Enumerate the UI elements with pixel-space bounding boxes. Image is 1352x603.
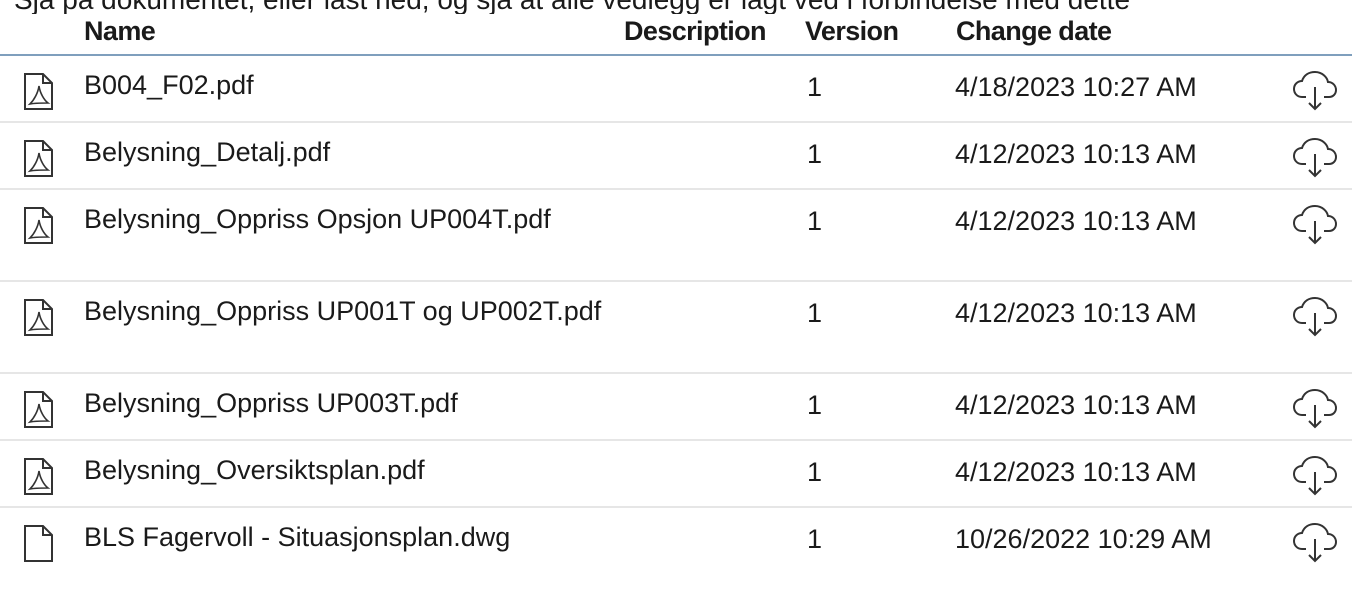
file-change-date: 4/12/2023 10:13 AM [955, 457, 1197, 487]
column-header-name[interactable]: Name [84, 16, 156, 47]
table-row[interactable]: Belysning_Oversiktsplan.pdf 1 4/12/2023 … [0, 441, 1352, 508]
file-name[interactable]: Belysning_Oppriss UP001T og UP002T.pdf [84, 298, 614, 325]
file-table-body: B004_F02.pdf 1 4/18/2023 10:27 AM Belysn… [0, 56, 1352, 582]
file-name[interactable]: Belysning_Oppriss Opsjon UP004T.pdf [84, 206, 614, 233]
column-header-description[interactable]: Description [624, 16, 767, 47]
file-version: 1 [807, 72, 823, 102]
file-version: 1 [807, 298, 823, 328]
file-name[interactable]: Belysning_Oppriss UP003T.pdf [84, 390, 614, 417]
table-row[interactable]: B004_F02.pdf 1 4/18/2023 10:27 AM [0, 56, 1352, 123]
table-row[interactable]: Belysning_Oppriss UP001T og UP002T.pdf 1… [0, 282, 1352, 374]
file-change-date: 4/12/2023 10:13 AM [955, 139, 1197, 169]
pdf-file-icon [21, 207, 55, 245]
cloud-download-icon[interactable] [1292, 296, 1338, 338]
generic-file-icon [21, 525, 55, 563]
file-name[interactable]: Belysning_Oversiktsplan.pdf [84, 457, 614, 484]
file-version: 1 [807, 390, 823, 420]
pdf-file-icon [21, 140, 55, 178]
file-name[interactable]: Belysning_Detalj.pdf [84, 139, 614, 166]
file-version: 1 [807, 139, 823, 169]
cloud-download-icon[interactable] [1292, 455, 1338, 497]
pdf-file-icon [21, 458, 55, 496]
file-list-page: Sjå på dokumentet, eller last ned, og sj… [0, 0, 1352, 603]
cloud-download-icon[interactable] [1292, 388, 1338, 430]
table-row[interactable]: Belysning_Oppriss Opsjon UP004T.pdf 1 4/… [0, 190, 1352, 282]
file-change-date: 4/12/2023 10:13 AM [955, 390, 1197, 420]
pdf-file-icon [21, 73, 55, 111]
file-version: 1 [807, 457, 823, 487]
pdf-file-icon [21, 299, 55, 337]
table-row[interactable]: BLS Fagervoll - Situasjonsplan.dwg 1 10/… [0, 508, 1352, 582]
cloud-download-icon[interactable] [1292, 204, 1338, 246]
cloud-download-icon[interactable] [1292, 137, 1338, 179]
file-name[interactable]: B004_F02.pdf [84, 72, 614, 99]
table-row[interactable]: Belysning_Oppriss UP003T.pdf 1 4/12/2023… [0, 374, 1352, 441]
pdf-file-icon [21, 391, 55, 429]
table-header: Name Description Version Change date [0, 0, 1352, 56]
file-change-date: 4/12/2023 10:13 AM [955, 298, 1197, 328]
cloud-download-icon[interactable] [1292, 522, 1338, 564]
file-change-date: 4/12/2023 10:13 AM [955, 206, 1197, 236]
column-header-change-date[interactable]: Change date [956, 16, 1112, 47]
file-version: 1 [807, 206, 823, 236]
column-header-version[interactable]: Version [805, 16, 899, 47]
file-name[interactable]: BLS Fagervoll - Situasjonsplan.dwg [84, 524, 614, 551]
table-row[interactable]: Belysning_Detalj.pdf 1 4/12/2023 10:13 A… [0, 123, 1352, 190]
file-change-date: 10/26/2022 10:29 AM [955, 524, 1212, 554]
cloud-download-icon[interactable] [1292, 70, 1338, 112]
file-change-date: 4/18/2023 10:27 AM [955, 72, 1197, 102]
file-version: 1 [807, 524, 823, 554]
